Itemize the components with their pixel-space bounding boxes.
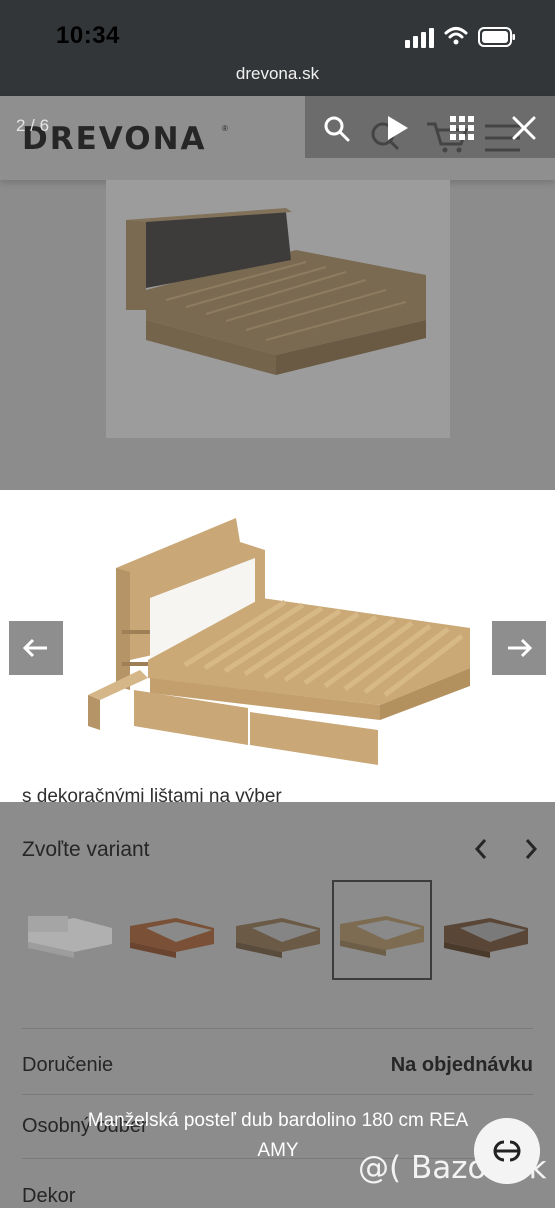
thumbnails-grid-icon[interactable] [450, 116, 474, 140]
arrow-left-icon[interactable] [9, 621, 63, 675]
logo-registered-mark: ® [222, 124, 228, 133]
variant-thumbnail-bardolino-oak[interactable] [332, 880, 432, 980]
wifi-icon [444, 27, 468, 45]
divider [22, 1028, 533, 1029]
variant-thumbnail-cherry[interactable] [124, 886, 220, 978]
status-time: 10:34 [56, 22, 120, 49]
variant-thumbnail-white[interactable] [22, 886, 118, 978]
product-tagline: s dekoračnými lištami na výber [22, 786, 282, 802]
variant-thumbnail-walnut[interactable] [438, 886, 534, 978]
lightbox-product-image [0, 490, 555, 802]
previous-product-image [106, 180, 450, 438]
play-icon[interactable] [384, 114, 410, 142]
chevron-right-icon[interactable] [520, 836, 542, 862]
address-bar-url[interactable]: drevona.sk [0, 64, 555, 84]
chevron-left-icon[interactable] [470, 836, 492, 862]
share-circle-icon[interactable] [474, 1118, 540, 1184]
image-counter: 2 / 6 [16, 116, 50, 135]
decor-label: Dekor [22, 1185, 76, 1207]
arrow-right-icon[interactable] [492, 621, 546, 675]
close-icon[interactable] [510, 114, 538, 142]
delivery-value: Na objednávku [390, 1054, 533, 1076]
ad-caption-line1: Manželská posteľ dub bardolino 180 cm RE… [87, 1110, 469, 1131]
battery-icon [478, 27, 515, 47]
site-logo[interactable]: DREVONA [22, 121, 207, 157]
variant-section-title: Zvoľte variant [22, 838, 150, 861]
variant-thumbnail-dark-oak[interactable] [230, 886, 326, 978]
cellular-signal-icon [405, 28, 434, 48]
zoom-icon[interactable] [322, 114, 352, 144]
divider [22, 1094, 533, 1095]
